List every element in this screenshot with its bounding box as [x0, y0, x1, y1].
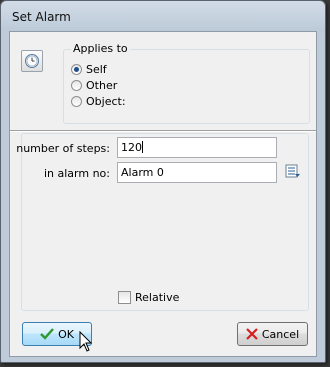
relative-label: Relative: [135, 291, 180, 304]
cancel-button[interactable]: Cancel: [237, 322, 308, 346]
steps-label: number of steps:: [16, 142, 110, 155]
title-bar[interactable]: Set Alarm: [1, 1, 325, 31]
alarm-clock-icon: [21, 50, 43, 72]
radio-object[interactable]: Object:: [71, 94, 126, 108]
relative-checkbox-row[interactable]: Relative: [118, 291, 179, 304]
radio-other[interactable]: Other: [71, 78, 117, 92]
radio-object-button[interactable]: [71, 95, 82, 107]
steps-input[interactable]: 120: [117, 137, 277, 158]
set-alarm-dialog: Set Alarm Applies to Self Other Object: …: [0, 0, 326, 363]
radio-self-label: Self: [86, 62, 107, 76]
radio-self[interactable]: Self: [71, 62, 107, 76]
alarm-input[interactable]: Alarm 0: [117, 162, 277, 183]
separator: [10, 130, 316, 132]
radio-other-button[interactable]: [71, 79, 82, 91]
list-menu-icon[interactable]: [285, 163, 301, 179]
radio-self-button[interactable]: [71, 63, 82, 75]
relative-checkbox[interactable]: [118, 291, 131, 304]
mouse-pointer-icon: [79, 331, 93, 352]
arguments-panel: [21, 133, 309, 311]
applies-to-label: Applies to: [71, 42, 130, 55]
applies-to-group: Applies to Self Other Object:: [63, 42, 310, 124]
window-title: Set Alarm: [12, 10, 71, 24]
steps-value: 120: [121, 141, 142, 154]
radio-other-label: Other: [86, 78, 118, 92]
red-x-icon: [246, 328, 258, 340]
text-caret: [142, 141, 143, 153]
cancel-label: Cancel: [261, 327, 300, 341]
alarm-label: in alarm no:: [43, 167, 110, 180]
ok-label: OK: [58, 327, 74, 341]
dialog-body: Applies to Self Other Object: number of …: [9, 31, 317, 357]
green-checkmark-icon: [40, 328, 54, 340]
alarm-value: Alarm 0: [121, 166, 164, 179]
radio-object-label: Object:: [86, 94, 126, 108]
